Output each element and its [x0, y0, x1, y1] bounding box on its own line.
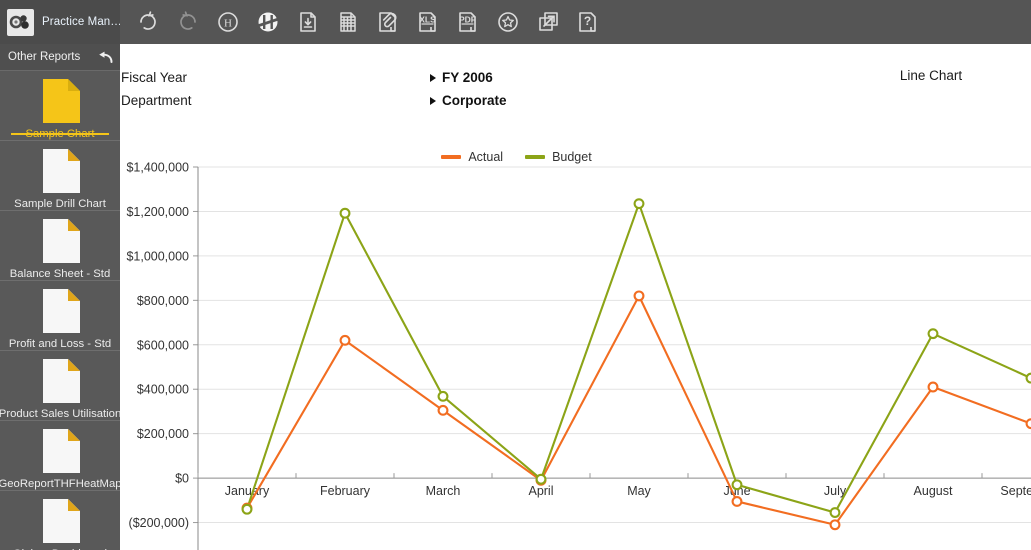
back-arrow-icon[interactable] [98, 51, 113, 64]
open-new-button[interactable] [528, 0, 568, 44]
sidebar-item-label: Balance Sheet - Std [9, 268, 111, 280]
data-point-actual-7[interactable] [927, 381, 939, 393]
sidebar-item-product-sales-utilisation[interactable]: Product Sales Utilisation [0, 351, 120, 421]
document-icon [40, 358, 81, 404]
sidebar-item-sample-chart[interactable]: Sample Chart [0, 71, 120, 141]
y-axis-tick-label: $1,000,000 [126, 249, 189, 263]
export-pdf-button[interactable]: PDF [448, 0, 488, 44]
help-button[interactable]: ? [568, 0, 608, 44]
application-window: Practice Man… H XLS PDF ? Other Reports … [0, 0, 1031, 550]
line-chart-plot: $1,400,000 $1,200,000 $1,000,000 $800,000 $6… [120, 120, 1031, 550]
y-axis-tick-label: $800,000 [137, 294, 189, 308]
parameter-value-text: Corporate [442, 93, 507, 108]
x-axis-tick-label: August [914, 484, 953, 498]
app-title: Practice Man… [42, 16, 120, 28]
data-point-budget-6[interactable] [829, 507, 841, 519]
x-axis-tick-label: April [528, 484, 553, 498]
data-point-budget-4[interactable] [633, 198, 645, 210]
document-icon [40, 428, 81, 474]
report-parameters: Fiscal Year FY 2006 Department Corporate Li… [120, 44, 1031, 120]
expand-triangle-icon [430, 96, 436, 105]
attachment-button[interactable] [368, 0, 408, 44]
data-point-budget-1[interactable] [339, 207, 351, 219]
data-point-actual-8[interactable] [1025, 418, 1031, 430]
parameter-value[interactable]: Corporate [430, 93, 507, 108]
data-point-actual-5[interactable] [731, 495, 743, 507]
chart-container: Actual Budget $1,400,000 $1,200,000 $1,000,… [120, 120, 1031, 550]
parameter-value-text: FY 2006 [442, 70, 493, 85]
undo-button[interactable] [168, 0, 208, 44]
top-toolbar: Practice Man… H XLS PDF ? [0, 0, 1031, 44]
document-icon [40, 288, 81, 334]
sidebar-item-label: Profit and Loss - Std [8, 338, 112, 350]
parameter-row: Department Corporate [120, 89, 507, 112]
data-point-actual-4[interactable] [633, 290, 645, 302]
other-reports-sidebar: Other Reports Sample Chart Sample Drill … [0, 44, 120, 550]
sidebar-item-georeportthfheatmap[interactable]: GeoReportTHFHeatMap [0, 421, 120, 491]
sidebar-item-profit-and-loss-std[interactable]: Profit and Loss - Std [0, 281, 120, 351]
refresh-button[interactable] [128, 0, 168, 44]
gears-logo-icon [7, 8, 34, 36]
sidebar-item-label: GeoReportTHFHeatMap [0, 478, 120, 490]
x-axis-tick-label: January [225, 484, 270, 498]
grid-button[interactable] [328, 0, 368, 44]
sidebar-item-label: Sample Drill Chart [14, 198, 106, 210]
report-panel: Fiscal Year FY 2006 Department Corporate Li… [120, 44, 1031, 550]
y-axis-tick-label: $200,000 [137, 427, 189, 441]
y-axis-tick-label: $400,000 [137, 383, 189, 397]
data-point-budget-8[interactable] [1025, 372, 1031, 384]
parameter-label: Fiscal Year [121, 70, 188, 85]
sidebar-header-label: Other Reports [8, 51, 81, 63]
data-point-budget-0[interactable] [241, 503, 253, 515]
halo-button[interactable] [248, 0, 288, 44]
sidebar-header: Other Reports [0, 44, 120, 71]
parameter-label: Department [121, 93, 192, 108]
document-icon [40, 78, 81, 124]
active-indicator [11, 133, 109, 135]
data-point-actual-6[interactable] [829, 519, 841, 531]
y-axis-tick-label: $600,000 [137, 338, 189, 352]
data-point-actual-1[interactable] [339, 334, 351, 346]
toolbar-buttons: H XLS PDF ? [120, 0, 608, 44]
sidebar-item-label: Product Sales Utilisation [0, 408, 120, 420]
x-axis-tick-label: September [1000, 484, 1031, 498]
download-button[interactable] [288, 0, 328, 44]
y-axis-tick-label: $1,200,000 [126, 205, 189, 219]
y-axis-tick-label: $1,400,000 [126, 161, 189, 175]
app-brand: Practice Man… [0, 0, 120, 44]
data-point-budget-5[interactable] [731, 479, 743, 491]
sidebar-item-globex-dashboard[interactable]: Globex Dashboard [0, 491, 120, 550]
data-point-budget-3[interactable] [535, 473, 547, 485]
y-axis-tick-label: ($200,000) [129, 516, 189, 530]
x-axis-tick-label: March [426, 484, 461, 498]
x-axis-tick-label: May [627, 484, 651, 498]
document-icon [40, 498, 81, 544]
y-axis-tick-label: $0 [175, 472, 189, 486]
chart-title: Line Chart [899, 68, 963, 83]
document-icon [40, 148, 81, 194]
sidebar-item-balance-sheet-std[interactable]: Balance Sheet - Std [0, 211, 120, 281]
parameter-value[interactable]: FY 2006 [430, 70, 493, 85]
parameter-rows: Fiscal Year FY 2006 Department Corporate [120, 66, 507, 112]
svg-text:?: ? [584, 14, 591, 28]
export-xls-button[interactable]: XLS [408, 0, 448, 44]
home-button[interactable]: H [208, 0, 248, 44]
expand-triangle-icon [430, 73, 436, 82]
svg-text:H: H [224, 17, 232, 29]
series-line-budget [246, 202, 1031, 514]
data-point-budget-7[interactable] [927, 328, 939, 340]
favourite-button[interactable] [488, 0, 528, 44]
data-point-budget-2[interactable] [437, 390, 449, 402]
sidebar-item-list: Sample Chart Sample Drill Chart Balance … [0, 71, 120, 550]
sidebar-item-sample-drill-chart[interactable]: Sample Drill Chart [0, 141, 120, 211]
svg-text:PDF: PDF [459, 15, 476, 25]
x-axis-tick-label: February [320, 484, 371, 498]
parameter-row: Fiscal Year FY 2006 [120, 66, 507, 89]
data-point-actual-2[interactable] [437, 404, 449, 416]
document-icon [40, 218, 81, 264]
svg-text:XLS: XLS [419, 15, 436, 25]
